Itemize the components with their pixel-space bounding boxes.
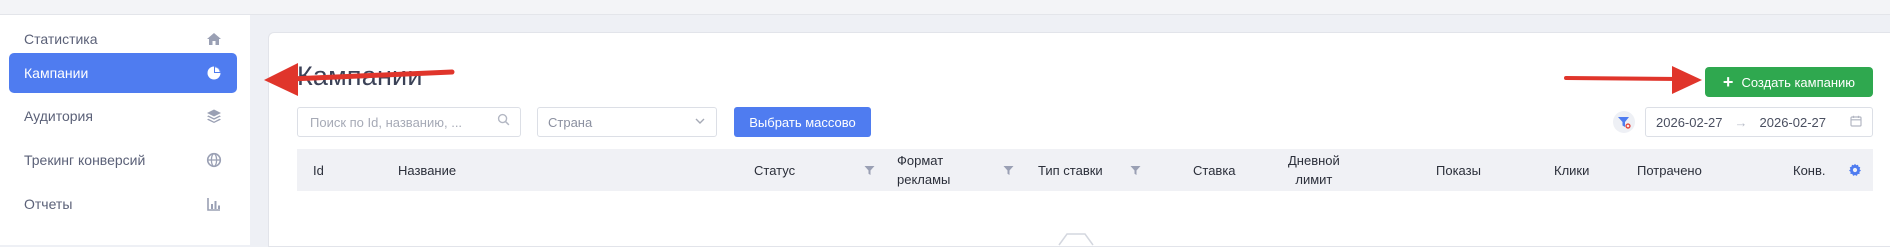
annotation-arrow-right	[1564, 66, 1702, 94]
annotation-arrow-left	[264, 63, 455, 96]
annotation-overlay	[264, 63, 1702, 96]
